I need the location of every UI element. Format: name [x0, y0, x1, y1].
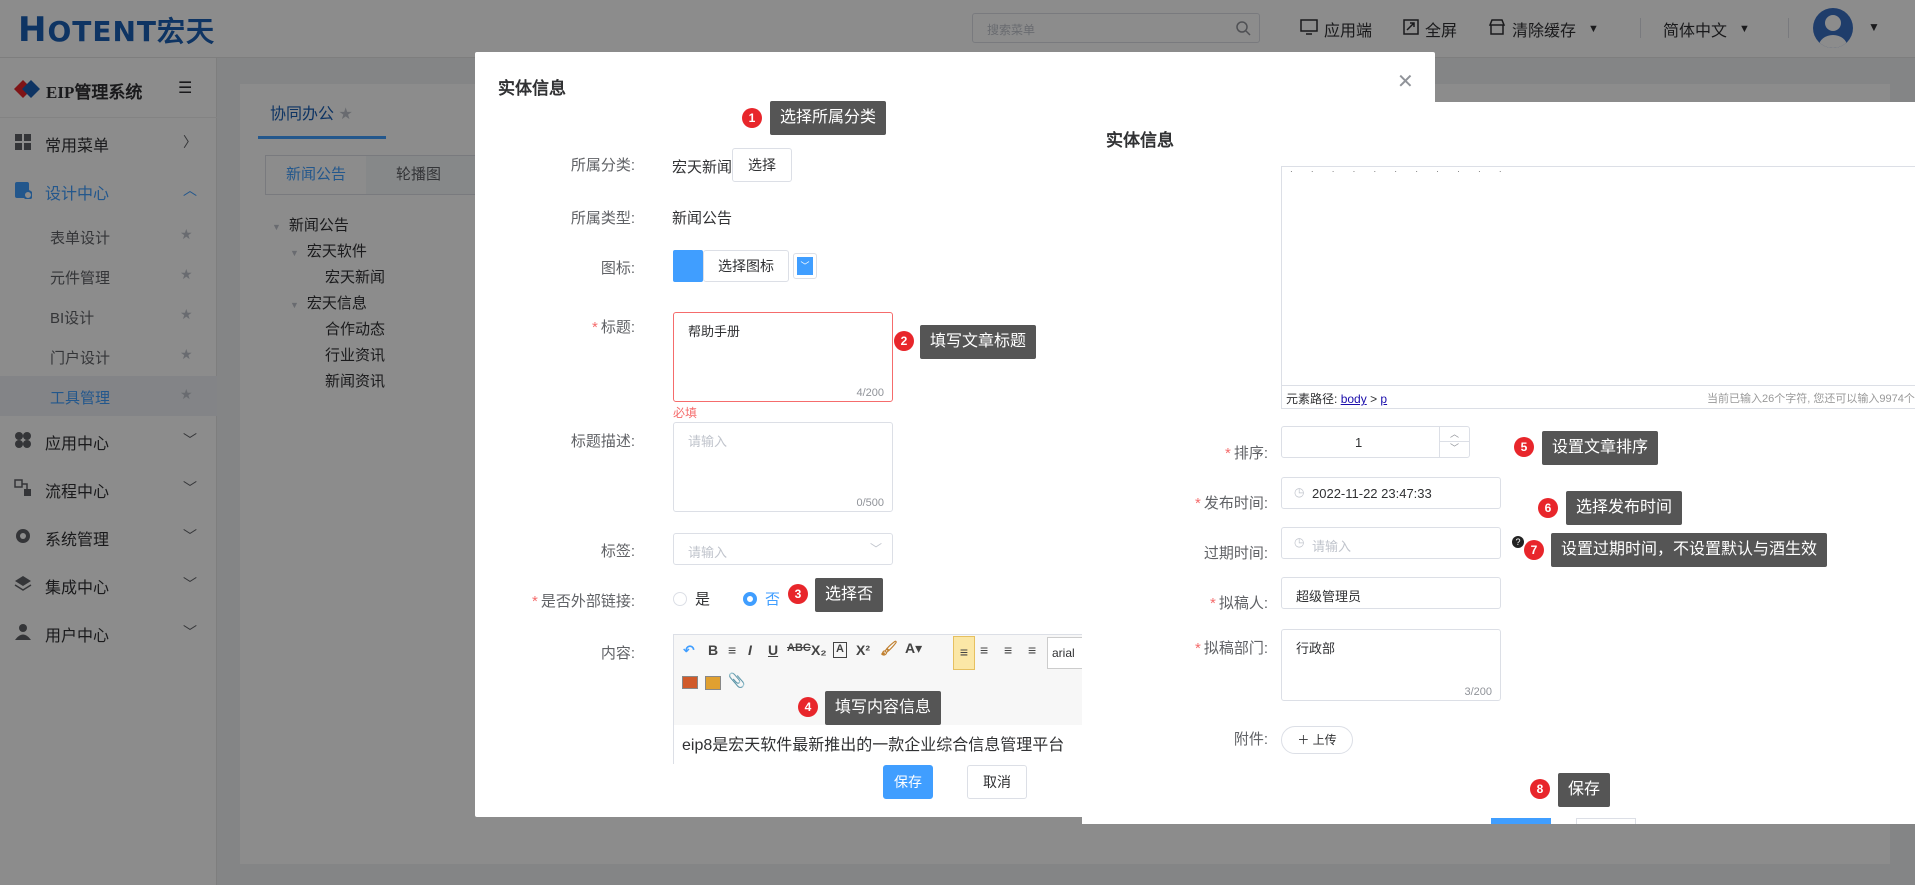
title-count: 4/200: [856, 387, 884, 399]
category-value: 宏天新闻: [672, 159, 733, 176]
radio-circle-checked: [743, 591, 757, 606]
radio-yes[interactable]: 是: [673, 588, 710, 609]
title-label: * 标题:: [591, 319, 635, 336]
align-right-icon[interactable]: ≡: [1004, 642, 1012, 658]
format-brush-icon[interactable]: 🖌: [880, 640, 898, 657]
callout-badge: 2: [894, 331, 914, 351]
entity-dialog-2: 实体信息 · · · · · · · · · · · 元素路径: body > …: [1082, 102, 1915, 824]
category-label: 所属分类:: [570, 157, 635, 174]
indent-icon[interactable]: ≡: [728, 642, 736, 658]
callout-tip: 设置文章排序: [1542, 431, 1659, 465]
image-icon[interactable]: [682, 676, 698, 689]
author-label: * 拟稿人:: [1209, 595, 1268, 612]
external-label: * 是否外部链接:: [531, 593, 635, 610]
desc-count: 0/500: [856, 497, 884, 509]
callout-tip: 选择发布时间: [1566, 491, 1683, 525]
title-textarea[interactable]: 帮助手册 4/200: [673, 312, 893, 402]
icon-preview: [673, 250, 703, 282]
dialog-title: 实体信息: [498, 79, 566, 98]
save-button[interactable]: 保存: [883, 765, 933, 799]
callout-tip: 填写文章标题: [920, 325, 1037, 359]
plus-icon: ＋: [1297, 733, 1310, 747]
editor-body[interactable]: eip8是宏天软件最新推出的一款企业综合信息管理平台: [674, 725, 1094, 765]
callout-badge: 1: [742, 108, 762, 128]
font-family-select[interactable]: arial: [1047, 637, 1083, 669]
callout-badge: 6: [1538, 498, 1558, 518]
sort-stepper[interactable]: 1 ︿ ﹀: [1281, 426, 1470, 458]
dept-textarea[interactable]: 行政部 3/200: [1281, 629, 1501, 701]
font-color-icon[interactable]: A▾: [905, 640, 922, 657]
type-label: 所属类型:: [570, 210, 635, 227]
callout-tip: 选择否: [815, 578, 884, 612]
path-p-link[interactable]: p: [1380, 392, 1387, 406]
align-center-icon[interactable]: ≡: [980, 642, 988, 658]
editor-text-fragment: · · · · · · · · · · ·: [1290, 167, 1510, 176]
char-count: 当前已输入26个字符, 您还可以输入9974个字符。: [1707, 393, 1915, 405]
editor-content: eip8是宏天软件最新推出的一款企业综合信息管理平台: [682, 737, 1065, 754]
font-border-icon[interactable]: A: [833, 642, 847, 658]
icon-dropdown[interactable]: ﹀: [793, 253, 817, 279]
expire-label: 过期时间:: [1203, 545, 1268, 562]
radio-no[interactable]: 否: [743, 588, 780, 609]
chevron-down-icon: ﹀: [869, 542, 882, 556]
help-icon[interactable]: ?: [1512, 536, 1524, 548]
chevron-down-icon: ﹀: [797, 257, 813, 275]
attachment-icon[interactable]: 📎: [728, 672, 745, 689]
callout-badge: 3: [788, 584, 808, 604]
clock-icon: ◷: [1294, 485, 1305, 499]
publish-date-picker[interactable]: ◷ 2022-11-22 23:47:33: [1281, 477, 1501, 509]
strikethrough-icon[interactable]: ABC: [787, 642, 811, 654]
content-label: 内容:: [600, 645, 635, 662]
desc-label: 标题描述:: [570, 433, 635, 450]
callout-tip: 保存: [1558, 773, 1611, 807]
superscript-icon[interactable]: X²: [856, 642, 870, 658]
callout-tip: 选择所属分类: [770, 101, 887, 135]
chevron-up-icon[interactable]: ︿: [1440, 427, 1469, 442]
insert-image-icon[interactable]: [705, 676, 721, 690]
undo-icon[interactable]: ↶: [683, 642, 695, 659]
bold-icon[interactable]: B: [708, 642, 718, 658]
cancel-button-partial[interactable]: [1576, 818, 1636, 824]
icon-label: 图标:: [600, 260, 635, 277]
dept-label: * 拟稿部门:: [1194, 640, 1268, 657]
callout-badge: 7: [1524, 540, 1544, 560]
callout-tip: 填写内容信息: [825, 691, 942, 725]
title-value: 帮助手册: [688, 324, 741, 339]
tag-select[interactable]: 请输入 ﹀: [673, 533, 893, 565]
underline-icon[interactable]: U: [768, 642, 778, 658]
align-justify-icon[interactable]: ≡: [1028, 642, 1036, 658]
editor-body[interactable]: · · · · · · · · · · ·: [1281, 166, 1915, 406]
subscript-icon[interactable]: X₂: [811, 642, 827, 658]
callout-badge: 8: [1530, 779, 1550, 799]
dept-count: 3/200: [1464, 686, 1492, 698]
attach-label: 附件:: [1233, 731, 1268, 748]
dialog-title: 实体信息: [1106, 131, 1174, 150]
cancel-button[interactable]: 取消: [967, 765, 1027, 799]
clock-icon: ◷: [1294, 535, 1305, 549]
publish-label: * 发布时间:: [1194, 495, 1268, 512]
radio-circle: [673, 591, 687, 606]
upload-button[interactable]: ＋ 上传: [1281, 726, 1353, 754]
select-icon-button[interactable]: 选择图标: [703, 250, 789, 282]
desc-textarea[interactable]: 请输入 0/500: [673, 422, 893, 512]
select-category-button[interactable]: 选择: [732, 148, 792, 182]
type-value: 新闻公告: [672, 210, 733, 227]
align-left-icon[interactable]: ≡: [953, 636, 975, 670]
chevron-down-icon[interactable]: ﹀: [1440, 442, 1469, 457]
callout-badge: 5: [1514, 437, 1534, 457]
callout-badge: 4: [798, 697, 818, 717]
tag-label: 标签:: [600, 543, 635, 560]
stepper-controls: ︿ ﹀: [1439, 427, 1469, 457]
sort-label: * 排序:: [1224, 445, 1268, 462]
callout-tip: 设置过期时间，不设置默认与酒生效: [1551, 533, 1828, 567]
close-icon[interactable]: ✕: [1397, 69, 1414, 94]
author-input[interactable]: 超级管理员: [1281, 577, 1501, 609]
expire-date-picker[interactable]: ◷ 请输入: [1281, 527, 1501, 559]
editor-status-bar: 元素路径: body > p 当前已输入26个字符, 您还可以输入9974个字符…: [1281, 385, 1915, 409]
save-button-partial[interactable]: [1491, 818, 1551, 824]
required-error: 必填: [673, 406, 698, 420]
italic-icon[interactable]: I: [748, 642, 752, 658]
path-body-link[interactable]: body: [1341, 392, 1367, 406]
element-path: 元素路径: body > p: [1286, 392, 1388, 406]
